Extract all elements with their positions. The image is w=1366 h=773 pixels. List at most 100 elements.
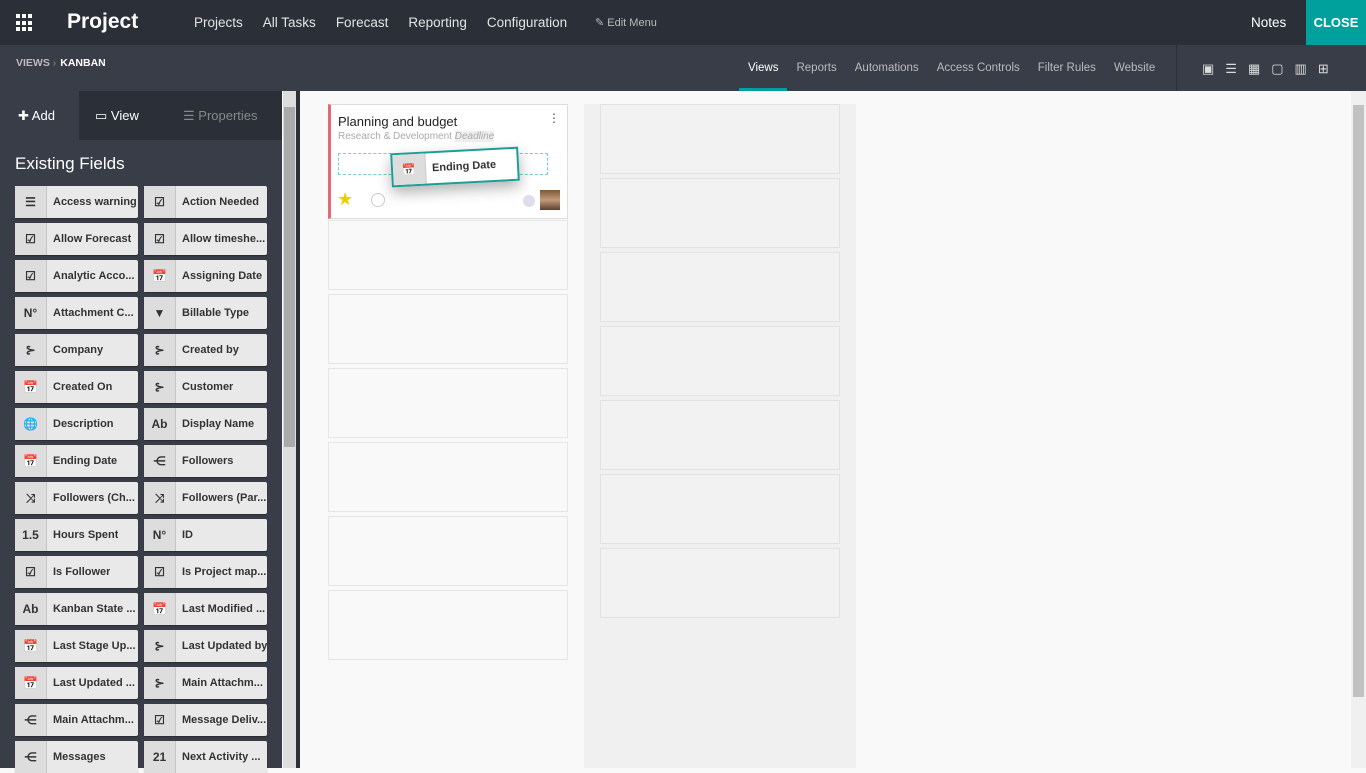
field-item[interactable]: ⋲ Main Attachm... bbox=[15, 704, 138, 736]
form-view-icon[interactable]: ▣ bbox=[1202, 61, 1214, 91]
field-label: Display Name bbox=[182, 418, 255, 430]
field-label: Last Modified ... bbox=[182, 603, 266, 615]
field-label: Message Deliv... bbox=[182, 714, 267, 726]
dragged-field-label: Ending Date bbox=[431, 158, 497, 175]
field-item[interactable]: ▼ Billable Type bbox=[144, 297, 267, 329]
field-item[interactable]: N° ID bbox=[144, 519, 267, 551]
tab-add-label: Add bbox=[31, 108, 55, 123]
field-label: Next Activity ... bbox=[182, 751, 261, 763]
activity-clock-icon[interactable] bbox=[371, 193, 385, 207]
calendar-view-icon[interactable]: ▢ bbox=[1271, 61, 1283, 91]
field-item[interactable]: ⊱ Main Attachm... bbox=[144, 667, 267, 699]
many2one-icon: ⊱ bbox=[144, 334, 176, 366]
field-item[interactable]: 📅 Created On bbox=[15, 371, 138, 403]
properties-icon: ☰ bbox=[183, 108, 195, 123]
pivot-view-icon[interactable]: ⊞ bbox=[1318, 61, 1329, 91]
star-icon[interactable]: ★ bbox=[337, 189, 353, 210]
card-subtitle: Research & Development Deadline bbox=[338, 131, 495, 142]
field-item[interactable]: 🌐 Description bbox=[15, 408, 138, 440]
notes-button[interactable]: Notes bbox=[1251, 15, 1286, 30]
field-item[interactable]: 📅 Ending Date bbox=[15, 445, 138, 477]
field-label: Main Attachm... bbox=[53, 714, 134, 726]
dragged-field[interactable]: 📅 Ending Date bbox=[390, 146, 520, 188]
menu-item-forecast[interactable]: Forecast bbox=[336, 15, 389, 30]
breadcrumb: VIEWS › KANBAN bbox=[16, 57, 106, 69]
calendar-icon: 📅 bbox=[144, 593, 176, 625]
breadcrumb-current: KANBAN bbox=[60, 57, 106, 69]
tab-filter-rules[interactable]: Filter Rules bbox=[1029, 45, 1105, 91]
apps-menu-icon[interactable] bbox=[16, 14, 34, 32]
list-view-icon[interactable]: ☰ bbox=[1225, 61, 1237, 91]
studio-tabs: Views Reports Automations Access Controls Fi… bbox=[739, 45, 1164, 91]
checkbox-icon: ☑ bbox=[15, 556, 47, 588]
field-label: Messages bbox=[53, 751, 106, 763]
tab-website[interactable]: Website bbox=[1105, 45, 1164, 91]
field-label: Access warning bbox=[53, 196, 137, 208]
tab-views[interactable]: Views bbox=[739, 45, 788, 91]
main-scrollbar[interactable] bbox=[1351, 91, 1366, 768]
checkbox-icon: ☑ bbox=[144, 556, 176, 588]
kanban-state-icon[interactable] bbox=[523, 195, 535, 207]
field-label: Company bbox=[53, 344, 104, 356]
field-item[interactable]: ⤨ Followers (Ch... bbox=[15, 482, 138, 514]
field-item[interactable]: 21 Next Activity ... bbox=[144, 741, 267, 773]
many2one-icon: ⊱ bbox=[144, 630, 176, 662]
tab-add[interactable]: ✚ Add bbox=[0, 91, 79, 140]
edit-menu-link[interactable]: ✎ Edit Menu bbox=[595, 16, 657, 29]
empty-card-placeholder bbox=[600, 474, 840, 544]
many2one-icon: ⊱ bbox=[15, 334, 47, 366]
existing-fields-heading: Existing Fields bbox=[15, 154, 125, 173]
menu-item-all-tasks[interactable]: All Tasks bbox=[263, 15, 316, 30]
field-item[interactable]: ☑ Message Deliv... bbox=[144, 704, 267, 736]
field-label: Is Follower bbox=[53, 566, 111, 578]
one2many-icon: ⋲ bbox=[15, 704, 47, 736]
field-label: Kanban State ... bbox=[53, 603, 136, 615]
empty-card-placeholder bbox=[328, 590, 568, 660]
tab-reports[interactable]: Reports bbox=[787, 45, 845, 91]
menu-item-projects[interactable]: Projects bbox=[194, 15, 243, 30]
field-item[interactable]: ⊱ Last Updated by bbox=[144, 630, 267, 662]
kanban-view-icon[interactable]: ▦ bbox=[1248, 61, 1260, 91]
field-item[interactable]: 1.5 Hours Spent bbox=[15, 519, 138, 551]
empty-card-placeholder bbox=[328, 516, 568, 586]
field-item[interactable]: ☑ Is Project map... bbox=[144, 556, 267, 588]
field-item[interactable]: ☑ Allow Forecast bbox=[15, 223, 138, 255]
field-item[interactable]: 📅 Last Updated ... bbox=[15, 667, 138, 699]
field-label: Allow timeshe... bbox=[182, 233, 266, 245]
tab-view[interactable]: ▭ View bbox=[79, 91, 165, 140]
field-item[interactable]: Ab Display Name bbox=[144, 408, 267, 440]
field-item[interactable]: 📅 Assigning Date bbox=[144, 260, 267, 292]
field-label: Allow Forecast bbox=[53, 233, 132, 245]
field-item[interactable]: ⊱ Created by bbox=[144, 334, 267, 366]
field-label: Customer bbox=[182, 381, 234, 393]
field-item[interactable]: ⊱ Company bbox=[15, 334, 138, 366]
tab-properties[interactable]: ☰ Properties bbox=[165, 91, 258, 140]
menu-item-configuration[interactable]: Configuration bbox=[487, 15, 567, 30]
field-item[interactable]: ⋲ Followers bbox=[144, 445, 267, 477]
field-item[interactable]: ⤨ Followers (Par... bbox=[144, 482, 267, 514]
field-item[interactable]: ☰ Access warning bbox=[15, 186, 138, 218]
checkbox-icon: ☑ bbox=[144, 704, 176, 736]
field-label: Last Updated by bbox=[181, 640, 267, 652]
many2one-icon: ⊱ bbox=[144, 667, 176, 699]
field-item[interactable]: N° Attachment C... bbox=[15, 297, 138, 329]
field-item[interactable]: ☑ Analytic Acco... bbox=[15, 260, 138, 292]
field-item[interactable]: ☑ Allow timeshe... bbox=[144, 223, 267, 255]
field-item[interactable]: ⊱ Customer bbox=[144, 371, 267, 403]
field-item[interactable]: 📅 Last Stage Up... bbox=[15, 630, 138, 662]
breadcrumb-views[interactable]: VIEWS bbox=[16, 57, 50, 69]
card-menu-icon[interactable]: ⋮ bbox=[548, 111, 560, 125]
menu-item-reporting[interactable]: Reporting bbox=[408, 15, 467, 30]
field-item[interactable]: 📅 Last Modified ... bbox=[144, 593, 267, 625]
close-button[interactable]: CLOSE bbox=[1306, 0, 1366, 45]
field-item[interactable]: ☑ Is Follower bbox=[15, 556, 138, 588]
sidebar-scrollbar[interactable] bbox=[283, 91, 296, 768]
field-item[interactable]: Ab Kanban State ... bbox=[15, 593, 138, 625]
graph-view-icon[interactable]: ▥ bbox=[1295, 61, 1307, 91]
field-item[interactable]: ⋲ Messages bbox=[15, 741, 138, 773]
tab-automations[interactable]: Automations bbox=[846, 45, 928, 91]
field-label: Followers (Par... bbox=[182, 492, 267, 504]
tab-access-controls[interactable]: Access Controls bbox=[928, 45, 1029, 91]
field-item[interactable]: ☑ Action Needed bbox=[144, 186, 267, 218]
globe-icon: 🌐 bbox=[15, 408, 47, 440]
